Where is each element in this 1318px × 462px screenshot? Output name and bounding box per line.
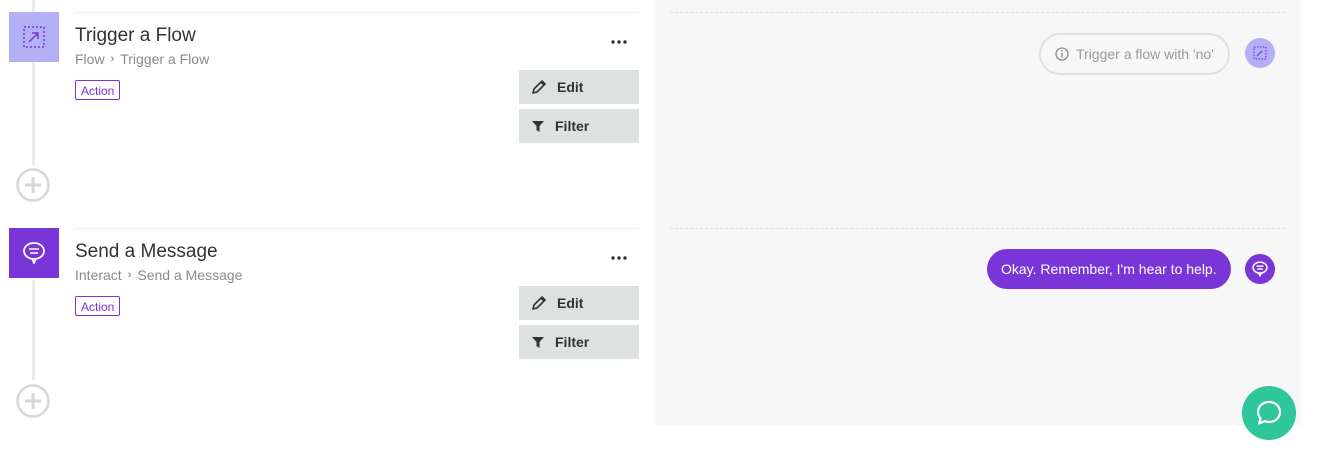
info-icon [1055, 47, 1069, 61]
message-mini-icon [1245, 254, 1275, 284]
pencil-icon [532, 296, 546, 310]
breadcrumb: Interact › Send a Message [75, 267, 242, 283]
chat-support-button[interactable] [1242, 386, 1296, 440]
chat-icon [1256, 400, 1282, 425]
preview-divider [670, 12, 1285, 13]
step-title: Send a Message [75, 241, 218, 262]
filter-button[interactable]: Filter [519, 325, 639, 359]
edit-button[interactable]: Edit [519, 286, 639, 320]
filter-button-label: Filter [555, 334, 590, 350]
step-icon-message[interactable] [9, 228, 59, 278]
add-step-button[interactable] [16, 384, 50, 418]
chat-bubble-icon [23, 242, 45, 264]
trigger-mini-icon [1245, 38, 1275, 68]
breadcrumb-child[interactable]: Trigger a Flow [120, 51, 209, 67]
step-icon-trigger[interactable] [9, 12, 59, 62]
message-preview-bubble: Okay. Remember, I'm hear to help. [987, 249, 1231, 289]
action-badge: Action [75, 296, 121, 316]
timeline-line [32, 280, 35, 380]
action-badge: Action [75, 80, 121, 100]
more-options-button[interactable] [606, 248, 632, 268]
step-divider [75, 12, 639, 13]
chat-bubble-icon [1252, 261, 1268, 277]
step-title: Trigger a Flow [75, 25, 196, 46]
edit-button-label: Edit [557, 79, 584, 95]
add-step-button[interactable] [16, 168, 50, 202]
preview-panel: Trigger a flow with 'no' Okay. Remember,… [655, 0, 1301, 425]
pencil-icon [532, 80, 546, 94]
breadcrumb-parent[interactable]: Interact [75, 267, 122, 283]
trigger-preview-pill: Trigger a flow with 'no' [1039, 33, 1230, 75]
filter-button[interactable]: Filter [519, 109, 639, 143]
trigger-flow-icon [1253, 46, 1267, 60]
more-options-button[interactable] [606, 32, 632, 52]
chevron-right-icon: › [110, 53, 115, 65]
breadcrumb-parent[interactable]: Flow [75, 51, 105, 67]
breadcrumb: Flow › Trigger a Flow [75, 51, 209, 67]
edit-button-label: Edit [557, 295, 584, 311]
filter-icon [532, 121, 544, 132]
plus-circle-icon [16, 168, 50, 202]
more-dots-icon [611, 40, 627, 44]
chevron-right-icon: › [127, 269, 132, 281]
trigger-preview-text: Trigger a flow with 'no' [1076, 46, 1214, 62]
step-divider [75, 228, 639, 229]
plus-circle-icon [16, 384, 50, 418]
filter-icon [532, 337, 544, 348]
trigger-flow-icon [23, 26, 45, 48]
preview-divider [670, 228, 1285, 229]
edit-button[interactable]: Edit [519, 70, 639, 104]
breadcrumb-child[interactable]: Send a Message [137, 267, 242, 283]
message-preview-text: Okay. Remember, I'm hear to help. [1001, 261, 1217, 277]
more-dots-icon [611, 256, 627, 260]
filter-button-label: Filter [555, 118, 590, 134]
